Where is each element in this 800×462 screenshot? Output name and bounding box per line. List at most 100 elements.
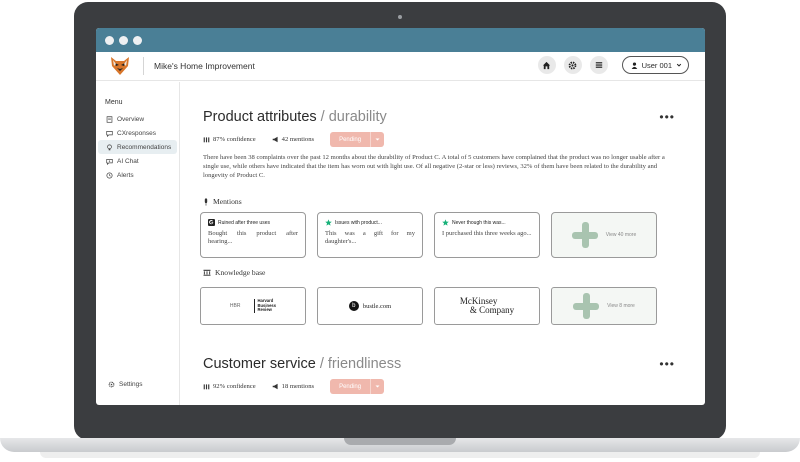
menu-heading: Menu	[105, 99, 123, 106]
mention-card[interactable]: Never though this was... I purchased thi…	[434, 212, 540, 258]
sidebar-item-label: CXresponses	[117, 129, 157, 137]
google-icon	[208, 219, 215, 226]
bars-icon	[203, 384, 210, 390]
mention-card-text: This was a gift for my daughter's...	[325, 230, 415, 245]
window-minimize-button[interactable]	[119, 35, 128, 45]
star-icon	[442, 219, 449, 226]
view-more-label: View 8 more	[607, 303, 635, 309]
sidebar-item-label: Alerts	[117, 171, 134, 179]
app-title: Mike's Home Improvement	[154, 61, 255, 71]
hbr-wordmark: Harvard Business Review	[254, 298, 276, 313]
app-window: Mike's Home Improvement User 001 Menu Ov…	[96, 28, 705, 405]
section-options-button[interactable]: •••	[659, 357, 675, 371]
view-more-kb-button[interactable]: View 8 more	[551, 287, 657, 325]
bustle-mark: b	[348, 301, 359, 311]
main-content: Product attributes / durability ••• 87% …	[180, 82, 705, 405]
sidebar-item-label: AI Chat	[117, 157, 139, 165]
sidebar-item-label: Overview	[117, 115, 145, 123]
sidebar-item-ai-chat[interactable]: AI Chat	[98, 154, 177, 168]
confidence-stat: 92% confidence	[203, 383, 256, 390]
app-header: Mike's Home Improvement User 001	[96, 52, 705, 81]
mention-card-title: Ruined after three uses	[218, 219, 270, 226]
laptop-notch	[344, 438, 456, 445]
settings-button[interactable]	[563, 56, 582, 74]
chevron-down-icon	[370, 379, 384, 394]
section-meta: 92% confidence 18 mentions Pending	[203, 379, 385, 394]
plus-icon	[571, 222, 598, 248]
user-name: User 001	[641, 60, 672, 70]
sidebar-item-overview[interactable]: Overview	[98, 112, 177, 126]
megaphone-icon	[272, 383, 278, 390]
section-title-sub: / friendliness	[315, 356, 402, 372]
user-menu-button[interactable]: User 001	[621, 56, 689, 74]
knowledge-base-label: Knowledge base	[215, 268, 266, 277]
section-options-button[interactable]: •••	[659, 110, 675, 124]
section-title-main: Product attributes	[203, 109, 317, 125]
section-title-main: Customer service	[203, 356, 316, 372]
user-icon	[631, 61, 637, 69]
status-label: Pending	[339, 383, 362, 390]
kb-card-mckinsey[interactable]: McKinsey & Company	[434, 287, 540, 325]
sidebar-item-recommendations[interactable]: Recommendations	[98, 140, 177, 154]
megaphone-icon	[272, 136, 278, 143]
section-title-sub: / durability	[316, 109, 387, 125]
confidence-stat: 87% confidence	[203, 136, 256, 143]
mention-card-text: Bought this product after hearing...	[208, 230, 298, 245]
mckinsey-logo: McKinsey & Company	[460, 297, 514, 315]
status-label: Pending	[339, 136, 362, 143]
mention-cards: Ruined after three uses Bought this prod…	[200, 212, 657, 258]
mention-card[interactable]: Issues with product... This was a gift f…	[317, 212, 423, 258]
status-dropdown[interactable]: Pending	[330, 379, 385, 394]
mentions-stat: 18 mentions	[272, 383, 314, 390]
knowledge-base-cards: HBR Harvard Business Review b bustle.com	[200, 287, 657, 325]
kb-card-hbr[interactable]: HBR Harvard Business Review	[200, 287, 306, 325]
sidebar: Menu Overview CXresponses Recommendation…	[96, 82, 180, 405]
mention-card-header: Issues with product...	[325, 219, 415, 226]
gear-icon	[568, 61, 577, 69]
window-maximize-button[interactable]	[133, 35, 142, 45]
plus-icon	[573, 293, 600, 319]
laptop-shadow	[40, 452, 760, 458]
mention-card[interactable]: Ruined after three uses Bought this prod…	[200, 212, 306, 258]
confidence-value: 92% confidence	[213, 383, 256, 390]
bars-icon	[203, 137, 210, 143]
mckinsey-line: & Company	[469, 305, 515, 315]
mentions-heading: Mentions	[203, 197, 242, 206]
clock-icon	[106, 171, 113, 179]
bustle-wordmark: bustle.com	[362, 302, 392, 310]
sidebar-item-label: Recommendations	[117, 143, 172, 151]
hbr-logo: HBR Harvard Business Review	[229, 298, 276, 313]
section-title: Customer service / friendliness	[203, 356, 401, 372]
hbr-line: Review	[257, 307, 272, 313]
kb-card-bustle[interactable]: b bustle.com	[317, 287, 423, 325]
section-description: There have been 38 complaints over the p…	[203, 154, 665, 179]
chat-icon	[106, 130, 113, 137]
hamburger-icon	[595, 62, 602, 68]
lightbulb-icon	[107, 143, 112, 150]
mention-card-header: Ruined after three uses	[208, 219, 298, 226]
mentions-value: 42 mentions	[281, 136, 315, 143]
gear-icon	[108, 381, 115, 387]
tiger-logo-icon[interactable]	[109, 55, 131, 77]
mention-card-header: Never though this was...	[442, 219, 532, 226]
mention-card-text: I purchased this three weeks ago...	[442, 230, 532, 237]
view-more-label: View 40 more	[605, 232, 637, 238]
sidebar-item-settings[interactable]: Settings	[100, 377, 143, 391]
window-titlebar	[96, 28, 705, 52]
sidebar-item-alerts[interactable]: Alerts	[98, 168, 177, 182]
sidebar-item-cxresponses[interactable]: CXresponses	[98, 126, 177, 140]
section-meta: 87% confidence 42 mentions Pending	[203, 132, 385, 147]
view-more-mentions-button[interactable]: View 40 more	[551, 212, 657, 258]
home-icon	[542, 61, 551, 69]
window-close-button[interactable]	[105, 35, 114, 45]
menu-button[interactable]	[589, 56, 608, 74]
header-actions: User 001	[537, 56, 689, 74]
home-button[interactable]	[537, 56, 556, 74]
section-title: Product attributes / durability	[203, 109, 387, 125]
microphone-icon	[204, 197, 208, 206]
status-dropdown[interactable]: Pending	[330, 132, 385, 147]
webcam	[398, 15, 402, 19]
bustle-logo: b bustle.com	[348, 301, 392, 311]
confidence-value: 87% confidence	[213, 136, 256, 143]
hbr-mark: HBR	[229, 303, 241, 309]
